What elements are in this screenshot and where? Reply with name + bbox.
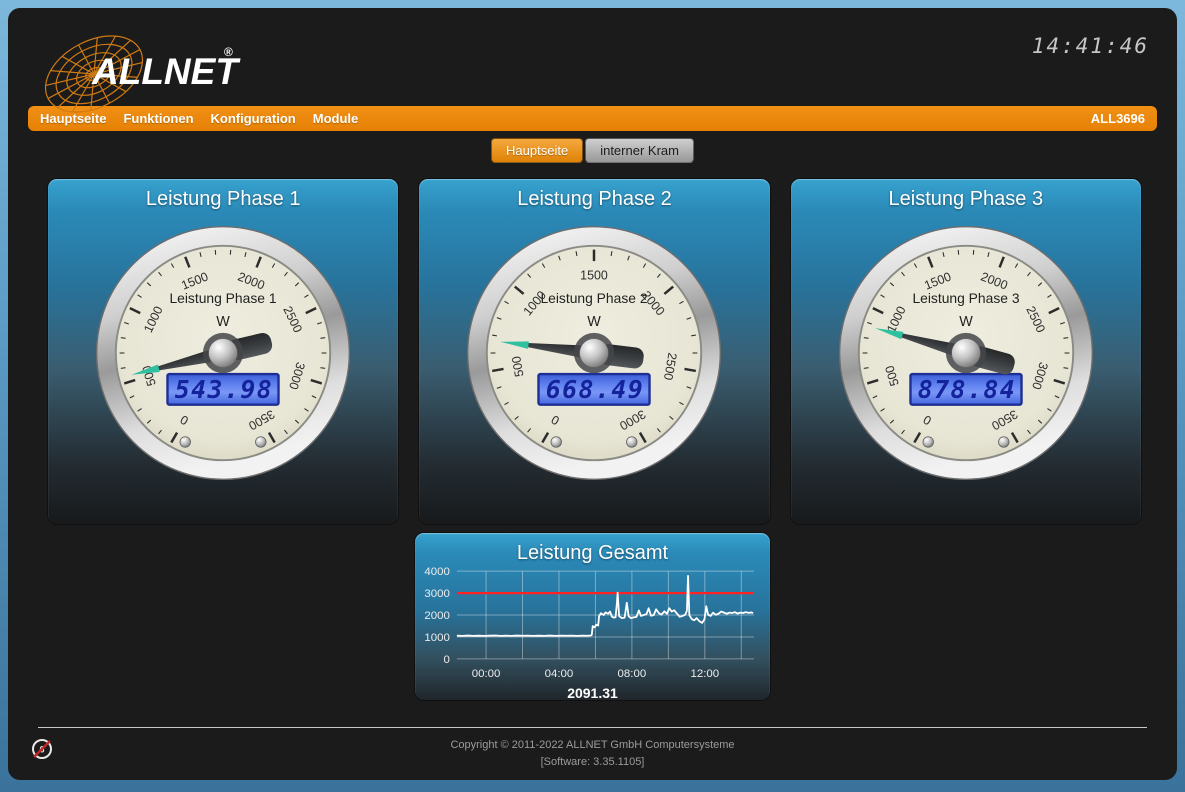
needle-hub — [580, 339, 609, 368]
y-tick-label: 2000 — [424, 610, 449, 622]
copyright-line: Copyright © 2011-2022 ALLNET GmbH Comput… — [8, 737, 1177, 754]
page-content: ALLNET ® 14:41:46 Hauptseite Funktionen … — [8, 8, 1177, 780]
x-tick-label: 04:00 — [545, 668, 574, 680]
software-version-line: [Software: 3.35.1105] — [8, 754, 1177, 771]
device-clock: 14:41:46 — [1032, 34, 1149, 58]
y-tick-label: 4000 — [424, 566, 449, 578]
menu-item-module[interactable]: Module — [313, 111, 359, 126]
gauge-phase3: 0500100015002000250030003500Leistung Pha… — [832, 219, 1100, 487]
power-series-line — [457, 576, 753, 636]
chart-title: Leistung Gesamt — [415, 533, 770, 565]
needle-hub — [209, 339, 238, 368]
gauge-panel-phase1: Leistung Phase 1 05001000150020002500300… — [48, 179, 398, 524]
gauge-panels: Leistung Phase 1 05001000150020002500300… — [48, 179, 1141, 524]
svg-text:1500: 1500 — [581, 269, 609, 283]
total-power-panel: Leistung Gesamt 0 1000 2000 3000 4000 00:00 04… — [415, 533, 770, 700]
total-power-chart: 0 1000 2000 3000 4000 00:00 04:00 08:00 12:00 — [415, 565, 771, 689]
total-power-value: 2091.31 — [415, 685, 770, 701]
dial-screw — [923, 437, 934, 448]
dial-label: Leistung Phase 1 — [170, 290, 277, 306]
footer: 6 Copyright © 2011-2022 ALLNET GmbH Comp… — [8, 737, 1177, 771]
y-tick-label: 0 — [444, 654, 450, 666]
x-tick-label: 00:00 — [472, 668, 501, 680]
header: ALLNET ® 14:41:46 — [8, 8, 1177, 106]
dial-screw — [998, 437, 1009, 448]
gauge-panel-phase3: Leistung Phase 3 05001000150020002500300… — [791, 179, 1141, 524]
dial-unit: W — [588, 314, 602, 330]
dial-screw — [551, 437, 562, 448]
dial-label: Leistung Phase 3 — [912, 290, 1019, 306]
chart-canvas: 0 1000 2000 3000 4000 00:00 04:00 08:00 12:00 — [415, 565, 770, 689]
dial-screw — [627, 437, 638, 448]
dial-screw — [256, 437, 267, 448]
dial-screw — [180, 437, 191, 448]
footer-divider — [38, 727, 1147, 728]
gauge-lcd-value: 878.84 — [918, 375, 1016, 404]
y-tick-label: 3000 — [424, 588, 449, 600]
device-model-label: ALL3696 — [1091, 111, 1145, 126]
dial-label: Leistung Phase 2 — [541, 290, 648, 306]
gauge-phase1: 0500100015002000250030003500Leistung Pha… — [89, 219, 357, 487]
gauge-lcd-value: 668.49 — [546, 375, 644, 404]
gauge-panel-phase2: Leistung Phase 2 05001000150020002500300… — [419, 179, 769, 524]
gauge-dial: 050010001500200025003000Leistung Phase 2… — [460, 219, 728, 487]
x-tick-label: 12:00 — [690, 668, 719, 680]
ipv6-disabled-icon: 6 — [30, 737, 54, 761]
tab-interner-kram[interactable]: interner Kram — [585, 138, 694, 163]
tab-hauptseite[interactable]: Hauptseite — [491, 138, 583, 163]
panel-title: Leistung Phase 1 — [48, 179, 398, 211]
registered-mark: ® — [224, 45, 233, 59]
gauge-phase2: 050010001500200025003000Leistung Phase 2… — [460, 219, 728, 487]
panel-title: Leistung Phase 2 — [419, 179, 769, 211]
panel-title: Leistung Phase 3 — [791, 179, 1141, 211]
gauge-lcd-value: 543.98 — [175, 375, 273, 404]
logo-wordmark: ALLNET — [91, 51, 241, 92]
x-tick-label: 08:00 — [618, 668, 647, 680]
gauge-dial: 0500100015002000250030003500Leistung Pha… — [89, 219, 357, 487]
allnet-logo[interactable]: ALLNET ® — [36, 20, 246, 120]
y-tick-label: 1000 — [424, 632, 449, 644]
view-tabs: Hauptseite interner Kram — [8, 138, 1177, 163]
dial-unit: W — [216, 314, 230, 330]
gauge-dial: 0500100015002000250030003500Leistung Pha… — [832, 219, 1100, 487]
needle-hub — [951, 339, 980, 368]
dial-unit: W — [959, 314, 973, 330]
